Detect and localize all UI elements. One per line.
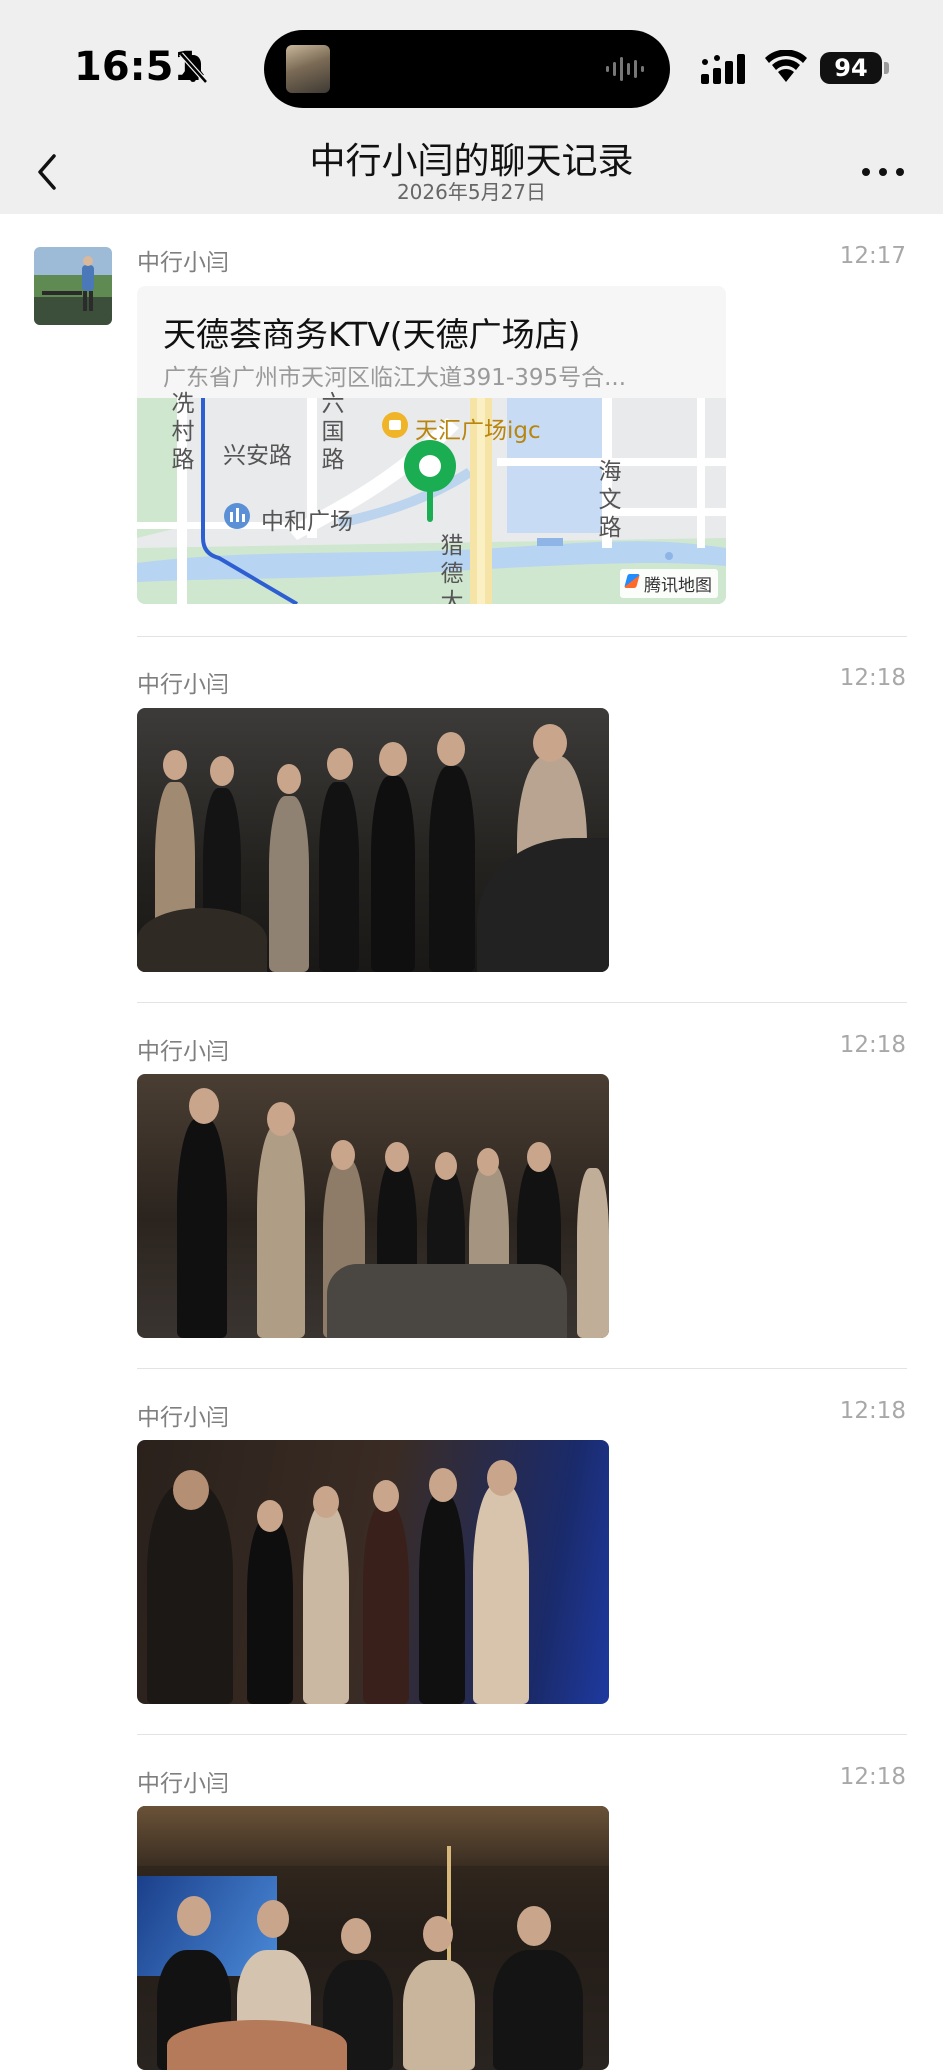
message-time: 12:18 — [839, 665, 906, 691]
message-sender: 中行小闫 — [137, 1405, 229, 1431]
message-photo[interactable] — [137, 1440, 609, 1704]
avatar-image — [34, 247, 112, 325]
map-road-label: 冼村路 — [171, 391, 195, 473]
status-bar: 16:51 94 — [0, 0, 943, 130]
map-provider-logo: 腾讯地图 — [620, 569, 718, 598]
tencent-map-icon — [624, 574, 640, 588]
wifi-icon — [765, 50, 807, 82]
map-plaza-label: 中和广场 — [261, 509, 353, 535]
message-time: 12:17 — [839, 243, 906, 269]
message-sender: 中行小闫 — [137, 1039, 229, 1065]
battery-cap — [884, 62, 889, 74]
dynamic-island[interactable] — [264, 30, 670, 108]
message-sender: 中行小闫 — [137, 672, 229, 698]
sender-avatar[interactable] — [34, 247, 112, 325]
location-map[interactable]: 冼村路 兴安路 六国路 天汇广场igc 中和广场 猎德大 海文路 腾讯地图 — [137, 391, 726, 604]
map-provider-label: 腾讯地图 — [644, 576, 712, 596]
audio-wave-icon — [606, 57, 644, 81]
message-photo[interactable] — [137, 1074, 609, 1338]
message-photo[interactable] — [137, 1806, 609, 2070]
map-road-label: 兴安路 — [223, 443, 292, 469]
message-time: 12:18 — [839, 1398, 906, 1424]
location-address: 广东省广州市天河区临江大道391-395号合... — [163, 365, 627, 391]
location-card[interactable]: 天德荟商务KTV(天德广场店) 广东省广州市天河区临江大道391-395号合..… — [137, 286, 726, 604]
now-playing-artwork — [286, 45, 330, 93]
bell-off-icon — [179, 52, 208, 84]
message-sender: 中行小闫 — [137, 250, 229, 276]
map-road-label: 六国路 — [321, 391, 345, 473]
map-road-label: 海文路 — [598, 459, 622, 541]
message-divider — [137, 1734, 907, 1735]
message-divider — [137, 1002, 907, 1003]
message-time: 12:18 — [839, 1764, 906, 1790]
map-road-label: 猎德大 — [440, 533, 464, 604]
cellular-signal-icon — [701, 54, 745, 84]
message-time: 12:18 — [839, 1032, 906, 1058]
location-name: 天德荟商务KTV(天德广场店) — [163, 315, 581, 354]
message-divider — [137, 1368, 907, 1369]
message-photo[interactable] — [137, 708, 609, 972]
message-sender: 中行小闫 — [137, 1771, 229, 1797]
more-options-icon[interactable] — [858, 160, 908, 184]
battery-level: 94 — [820, 52, 882, 84]
map-poi-label: 天汇广场igc — [415, 418, 541, 444]
page-subtitle-date: 2026年5月27日 — [396, 180, 547, 204]
message-divider — [137, 636, 907, 637]
nav-bar: 中行小闫的聊天记录 2026年5月27日 — [0, 130, 943, 214]
